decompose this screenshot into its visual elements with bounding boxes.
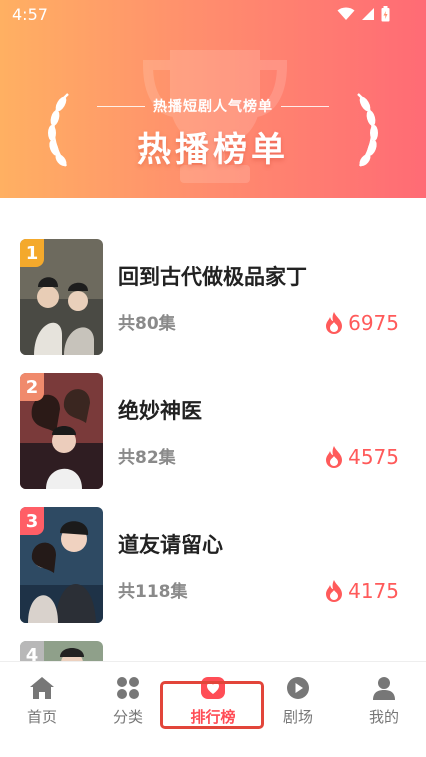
nav-profile[interactable]: 我的 (349, 676, 419, 736)
signal-icon (362, 8, 374, 20)
bottom-navigation: 首页 分类 排行榜 剧场 我的 (0, 661, 426, 757)
heat-value: 4575 (348, 445, 399, 469)
nav-ranking[interactable]: 排行榜 (178, 676, 248, 736)
drama-cover[interactable]: 4 (20, 641, 103, 661)
nav-home[interactable]: 首页 (7, 676, 77, 736)
drama-title[interactable]: 绝妙神医 (118, 395, 202, 425)
app-root: 4:57 热播短剧人气榜单 热播榜单 1 回到古代做极品家丁 共80集 6975… (0, 0, 426, 757)
nav-theater-label: 剧场 (282, 708, 313, 726)
nav-category[interactable]: 分类 (93, 676, 163, 736)
rank-badge: 2 (20, 373, 44, 401)
drama-episodes: 共118集 (118, 582, 188, 602)
ranking-list-item[interactable]: 3 道友请留心 共118集 4175 (0, 507, 426, 625)
nav-theater[interactable]: 剧场 (263, 676, 333, 736)
status-bar: 4:57 (0, 0, 426, 30)
drama-title[interactable]: 道友请留心 (118, 529, 223, 559)
rank-badge: 1 (20, 239, 44, 267)
header-subtitle: 热播短剧人气榜单 (153, 99, 273, 115)
drama-title[interactable]: 回到古代做极品家丁 (118, 261, 307, 291)
drama-cover[interactable]: 1 (20, 239, 103, 355)
flame-icon (326, 312, 343, 334)
drama-heat: 4575 (324, 445, 399, 469)
drama-cover[interactable]: 3 (20, 507, 103, 623)
rank-badge: 3 (20, 507, 44, 535)
flame-icon (326, 446, 343, 468)
wifi-icon (337, 7, 355, 20)
category-icon (117, 677, 139, 699)
drama-episodes: 共80集 (118, 314, 176, 334)
drama-cover[interactable]: 2 (20, 373, 103, 489)
subtitle-divider-left (97, 105, 145, 107)
home-icon (30, 677, 54, 699)
drama-heat: 6975 (324, 311, 399, 335)
rank-badge: 4 (20, 641, 44, 661)
heat-value: 6975 (348, 311, 399, 335)
flame-icon (326, 580, 343, 602)
ranking-list-item[interactable]: 2 绝妙神医 共82集 4575 (0, 373, 426, 491)
ranking-header-banner: 4:57 热播短剧人气榜单 热播榜单 (0, 0, 426, 198)
subtitle-divider-right (281, 105, 329, 107)
nav-profile-label: 我的 (368, 708, 399, 726)
status-icons (337, 6, 390, 22)
ranking-list-item[interactable]: 1 回到古代做极品家丁 共80集 6975 (0, 239, 426, 357)
profile-icon (373, 677, 395, 700)
heat-value: 4175 (348, 579, 399, 603)
ranking-list: 1 回到古代做极品家丁 共80集 6975 2 绝妙神医 共82集 4575 3… (0, 198, 426, 661)
header-subtitle-row: 热播短剧人气榜单 (0, 96, 426, 116)
ranking-icon (201, 677, 225, 699)
header-title: 热播榜单 (137, 130, 289, 170)
drama-heat: 4175 (324, 579, 399, 603)
status-time: 4:57 (12, 5, 48, 24)
battery-icon (381, 6, 390, 22)
drama-episodes: 共82集 (118, 448, 176, 468)
play-icon (287, 677, 309, 699)
nav-ranking-label: 排行榜 (190, 708, 236, 726)
ranking-list-item[interactable]: 4 (0, 641, 426, 661)
nav-category-label: 分类 (112, 708, 143, 726)
nav-home-label: 首页 (26, 708, 57, 726)
